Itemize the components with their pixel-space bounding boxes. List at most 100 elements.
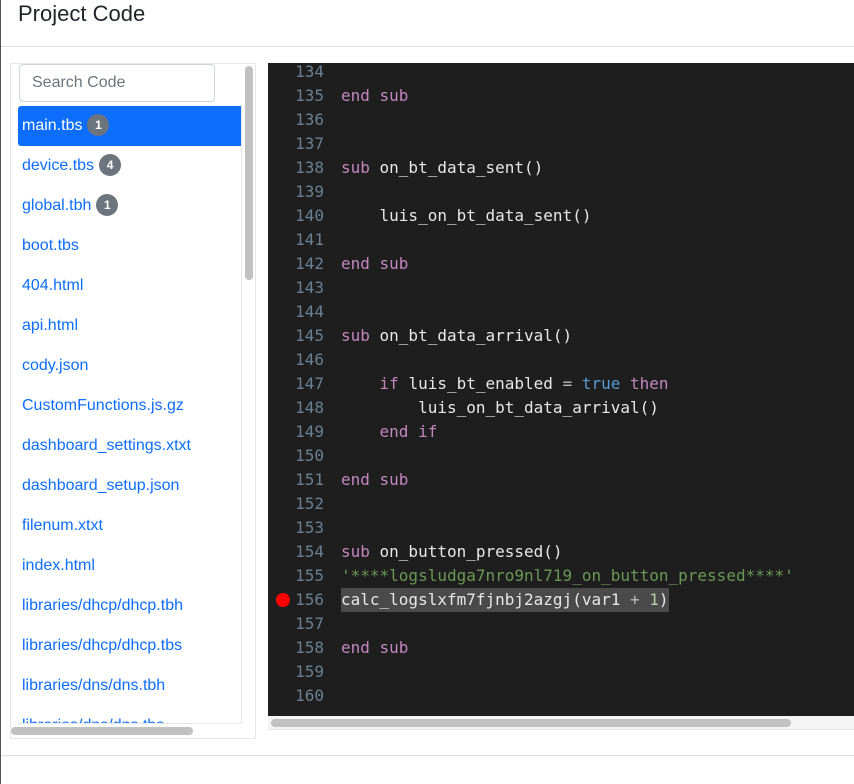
code-text: end sub bbox=[341, 84, 408, 108]
line-number: 153 bbox=[295, 518, 324, 537]
file-item[interactable]: main.tbs 1 bbox=[18, 106, 241, 146]
line-number: 137 bbox=[295, 134, 324, 153]
code-line: 155 '****logsludga7nro9nl719_on_button_pr… bbox=[268, 564, 854, 588]
code-line: 138 sub on_bt_data_sent() bbox=[268, 156, 854, 180]
file-item[interactable]: boot.tbs bbox=[18, 226, 241, 266]
file-item[interactable]: 404.html bbox=[18, 266, 241, 306]
line-number: 155 bbox=[295, 566, 324, 585]
line-number: 149 bbox=[295, 422, 324, 441]
file-item[interactable]: api.html bbox=[18, 306, 241, 346]
code-token-cm: '****logsludga7nro9nl719_on_button_press… bbox=[341, 566, 794, 585]
code-text: end sub bbox=[341, 468, 408, 492]
code-token-kw: sub bbox=[341, 326, 380, 345]
code-token-num: 1 bbox=[649, 590, 659, 609]
line-number: 144 bbox=[295, 302, 324, 321]
file-item[interactable]: libraries/dns/dns.tbs bbox=[18, 706, 241, 723]
line-number: 142 bbox=[295, 254, 324, 273]
file-item[interactable]: dashboard_setup.json bbox=[18, 466, 241, 506]
file-name: libraries/dns/dns.tbs bbox=[22, 717, 164, 723]
code-line: 148 luis_on_bt_data_arrival() bbox=[268, 396, 854, 420]
line-number: 146 bbox=[295, 350, 324, 369]
line-number: 157 bbox=[295, 614, 324, 633]
search-code-input[interactable] bbox=[19, 64, 215, 102]
code-text: sub on_bt_data_sent() bbox=[341, 156, 543, 180]
count-badge: 1 bbox=[96, 194, 119, 216]
line-number: 150 bbox=[295, 446, 324, 465]
line-number: 152 bbox=[295, 494, 324, 513]
code-text: '****logsludga7nro9nl719_on_button_press… bbox=[341, 564, 794, 588]
file-name: cody.json bbox=[22, 357, 89, 374]
file-name: libraries/dhcp/dhcp.tbs bbox=[22, 637, 183, 654]
line-number: 151 bbox=[295, 470, 324, 489]
code-line: 145 sub on_bt_data_arrival() bbox=[268, 324, 854, 348]
code-line: 156 calc_logslxfm7fjnbj2azgj(var1 + 1) bbox=[268, 588, 854, 612]
file-item[interactable]: cody.json bbox=[18, 346, 241, 386]
line-number: 140 bbox=[295, 206, 324, 225]
code-text: luis_on_bt_data_arrival() bbox=[341, 396, 659, 420]
code-text: end if bbox=[341, 420, 438, 444]
code-line: 146 bbox=[268, 348, 854, 372]
code-line: 158 end sub bbox=[268, 636, 854, 660]
code-token-op: + bbox=[629, 590, 650, 609]
file-list-vertical-scrollbar[interactable] bbox=[245, 66, 253, 280]
line-number: 148 bbox=[295, 398, 324, 417]
file-item[interactable]: CustomFunctions.js.gz bbox=[18, 386, 241, 426]
line-number: 141 bbox=[295, 230, 324, 249]
code-line: 159 bbox=[268, 660, 854, 684]
code-line: 149 end if bbox=[268, 420, 854, 444]
code-line: 135 end sub bbox=[268, 84, 854, 108]
code-line: 143 bbox=[268, 276, 854, 300]
code-line: 136 bbox=[268, 108, 854, 132]
code-token-kw: end sub bbox=[341, 470, 409, 489]
line-number: 139 bbox=[295, 182, 324, 201]
code-token-kw: if bbox=[341, 374, 409, 393]
code-line: 147 if luis_bt_enabled = true then bbox=[268, 372, 854, 396]
file-list-horizontal-scrollbar[interactable] bbox=[11, 727, 193, 735]
line-number: 143 bbox=[295, 278, 324, 297]
line-number: 147 bbox=[295, 374, 324, 393]
code-editor[interactable]: 134 135 end sub 136 137 138 sub on_bt_data_sen… bbox=[268, 63, 854, 716]
code-text: end sub bbox=[341, 636, 408, 660]
code-line: 150 bbox=[268, 444, 854, 468]
code-token-kw: end sub bbox=[341, 86, 409, 105]
file-name: boot.tbs bbox=[22, 237, 79, 254]
file-item[interactable]: libraries/dhcp/dhcp.tbs bbox=[18, 626, 241, 666]
code-line: 157 bbox=[268, 612, 854, 636]
code-token-kw: end sub bbox=[341, 254, 409, 273]
code-token-id: luis_on_bt_data_arrival() bbox=[341, 398, 659, 417]
file-item[interactable]: global.tbh 1 bbox=[18, 186, 241, 226]
code-line: 137 bbox=[268, 132, 854, 156]
file-item[interactable]: filenum.xtxt bbox=[18, 506, 241, 546]
code-text: calc_logslxfm7fjnbj2azgj(var1 + 1) bbox=[341, 588, 669, 612]
code-line: 160 bbox=[268, 684, 854, 708]
file-item[interactable]: device.tbs 4 bbox=[18, 146, 241, 186]
line-number: 156 bbox=[295, 590, 324, 609]
file-name: global.tbh bbox=[22, 197, 92, 214]
file-name: libraries/dhcp/dhcp.tbh bbox=[22, 597, 183, 614]
file-item[interactable]: libraries/dns/dns.tbh bbox=[18, 666, 241, 706]
file-name: 404.html bbox=[22, 277, 84, 294]
line-number: 154 bbox=[295, 542, 324, 561]
file-item[interactable]: index.html bbox=[18, 546, 241, 586]
code-text: sub on_button_pressed() bbox=[341, 540, 563, 564]
code-line: 139 bbox=[268, 180, 854, 204]
line-number: 134 bbox=[295, 63, 324, 81]
code-token-const: true bbox=[581, 374, 630, 393]
line-number: 145 bbox=[295, 326, 324, 345]
code-token-id: ) bbox=[658, 590, 669, 609]
file-item[interactable]: libraries/dhcp/dhcp.tbh bbox=[18, 586, 241, 626]
code-token-id: on_bt_data_sent() bbox=[379, 158, 544, 177]
file-item[interactable]: dashboard_settings.xtxt bbox=[18, 426, 241, 466]
code-text: end sub bbox=[341, 252, 408, 276]
line-number: 160 bbox=[295, 686, 324, 705]
editor-scroll-thumb[interactable] bbox=[271, 719, 791, 727]
line-number: 135 bbox=[295, 86, 324, 105]
code-token-kw: end sub bbox=[341, 638, 409, 657]
file-name: filenum.xtxt bbox=[22, 517, 103, 534]
code-token-id: luis_on_bt_data_sent() bbox=[341, 206, 592, 225]
code-line: 151 end sub bbox=[268, 468, 854, 492]
editor-horizontal-scrollbar[interactable] bbox=[268, 716, 854, 730]
file-name: main.tbs bbox=[22, 117, 83, 134]
code-token-kw: end if bbox=[341, 422, 438, 441]
code-token-id: on_bt_data_arrival() bbox=[379, 326, 573, 345]
